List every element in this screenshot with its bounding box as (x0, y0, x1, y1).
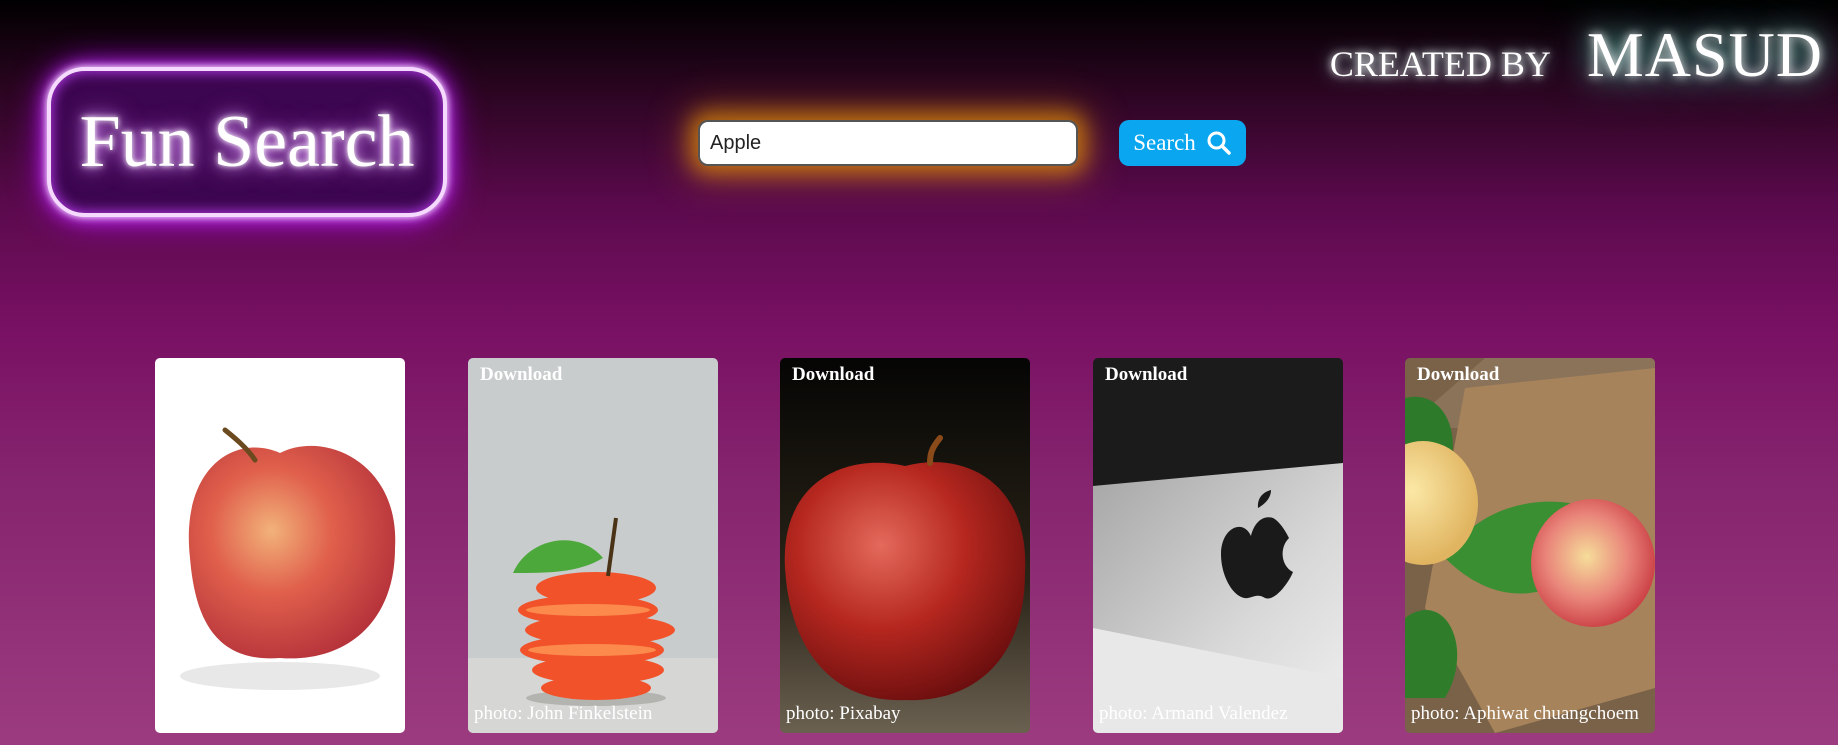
result-card[interactable]: Download photo: Armand Valendez (1093, 358, 1343, 733)
search-input[interactable] (698, 120, 1078, 166)
download-link[interactable]: Download (167, 364, 249, 386)
search-button[interactable]: Search (1119, 120, 1246, 166)
download-link[interactable]: Download (1417, 364, 1499, 386)
apple-photo (155, 358, 405, 733)
app-title: Fun Search (79, 100, 415, 183)
created-by-label: CREATED BY (1329, 44, 1551, 84)
download-link[interactable]: Download (480, 364, 562, 386)
result-card[interactable]: Download photo: Pixabay (155, 358, 405, 733)
download-link[interactable]: Download (1105, 364, 1187, 386)
app-logo: Fun Search (47, 67, 447, 217)
photo-credit: photo: Pixabay (786, 703, 901, 724)
photo-credit: photo: Pixabay (161, 703, 276, 724)
photo-credit: photo: Armand Valendez (1099, 703, 1288, 724)
search-icon (1207, 131, 1231, 155)
apple-photo (1405, 358, 1655, 733)
download-link[interactable]: Download (792, 364, 874, 386)
apple-photo (780, 358, 1030, 733)
author-name: MASUD (1586, 19, 1823, 90)
author-credit: CREATED BY MASUD (1330, 18, 1823, 92)
result-card[interactable]: Download photo: John Finkelstein (468, 358, 718, 733)
photo-credit: photo: John Finkelstein (474, 703, 653, 724)
result-card[interactable]: Download photo: Aphiwat chuangchoem (1405, 358, 1655, 733)
result-card[interactable]: Download photo: Pixabay (780, 358, 1030, 733)
computer-logo-photo (1093, 358, 1343, 733)
photo-credit: photo: Aphiwat chuangchoem (1411, 703, 1639, 724)
search-button-label: Search (1133, 130, 1196, 155)
apple-photo (468, 358, 718, 733)
